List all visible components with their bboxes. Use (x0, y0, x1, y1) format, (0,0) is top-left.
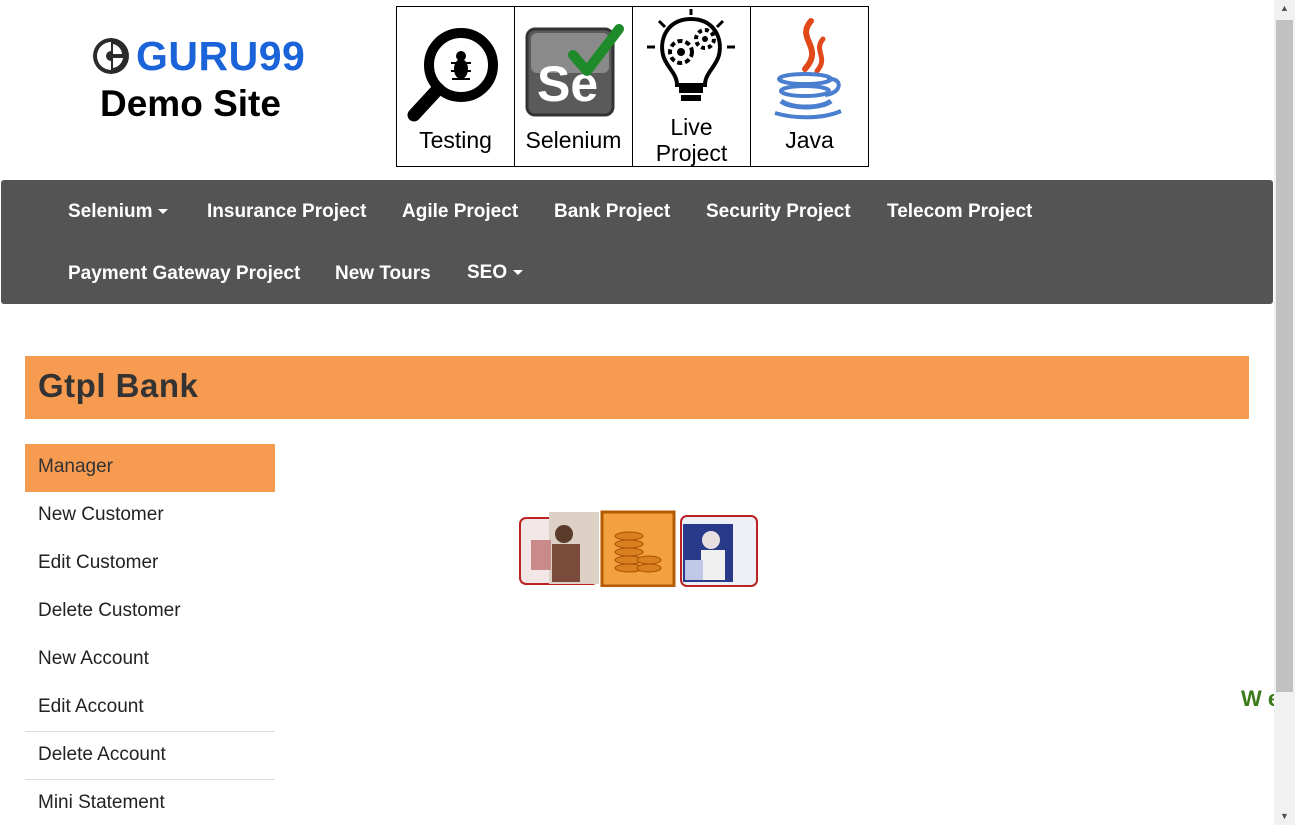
nav-selenium-dropdown[interactable]: Selenium (68, 201, 169, 223)
main-navbar: Selenium Insurance Project Agile Project… (1, 180, 1273, 304)
selenium-link[interactable]: Se Selenium (515, 7, 633, 166)
menu-edit-customer[interactable]: Edit Customer (25, 540, 275, 588)
nav-selenium-label: Selenium (68, 201, 153, 222)
scroll-down-arrow-icon[interactable]: ▼ (1274, 808, 1295, 825)
nav-agile-project[interactable]: Agile Project (402, 201, 518, 223)
menu-delete-account[interactable]: Delete Account (25, 732, 275, 780)
scrollbar-thumb[interactable] (1276, 20, 1293, 692)
menu-delete-customer[interactable]: Delete Customer (25, 588, 275, 636)
magnifier-bug-icon (407, 28, 498, 122)
live-project-link[interactable]: Live Project (633, 7, 751, 166)
menu-new-account[interactable]: New Account (25, 636, 275, 684)
menu-mini-statement[interactable]: Mini Statement (25, 780, 275, 828)
java-cup-icon (774, 18, 842, 120)
logo-brand-text: GURU99 (136, 33, 306, 79)
live-project-label: Live Project (655, 114, 728, 166)
bank-banner-image (519, 510, 759, 588)
guru99-emblem-icon (92, 37, 130, 75)
testing-label: Testing (419, 127, 492, 153)
menu-new-customer[interactable]: New Customer (25, 492, 275, 540)
nav-bank-project[interactable]: Bank Project (554, 201, 670, 223)
manager-menu: Manager New Customer Edit Customer Delet… (25, 444, 275, 828)
nav-security-project[interactable]: Security Project (706, 201, 851, 223)
caret-down-icon (513, 270, 524, 276)
bank-header: Gtpl Bank (25, 356, 1249, 419)
vertical-scrollbar[interactable]: ▲ ▼ (1274, 0, 1295, 825)
bank-title: Gtpl Bank (38, 367, 199, 404)
guru99-logo[interactable]: GURU99 Demo Site (92, 34, 307, 126)
selenium-label: Selenium (525, 127, 622, 153)
nav-payment-gateway-project[interactable]: Payment Gateway Project (68, 263, 300, 285)
nav-seo-dropdown[interactable]: SEO (467, 262, 524, 284)
selenium-logo-icon: Se (525, 24, 624, 117)
testing-link[interactable]: Testing (397, 7, 515, 166)
scroll-up-arrow-icon[interactable]: ▲ (1274, 0, 1295, 17)
nav-new-tours[interactable]: New Tours (335, 263, 431, 285)
caret-down-icon (158, 209, 169, 215)
nav-telecom-project[interactable]: Telecom Project (887, 201, 1032, 223)
menu-edit-account[interactable]: Edit Account (25, 684, 275, 732)
top-icon-links: Testing Se Selenium Live Project Java (396, 6, 869, 167)
lightbulb-gears-icon (647, 9, 735, 101)
menu-manager[interactable]: Manager (25, 444, 275, 492)
nav-insurance-project[interactable]: Insurance Project (207, 201, 366, 223)
java-link[interactable]: Java (751, 7, 868, 166)
java-label: Java (785, 127, 834, 153)
logo-subtitle: Demo Site (100, 83, 281, 124)
nav-seo-label: SEO (467, 262, 508, 283)
